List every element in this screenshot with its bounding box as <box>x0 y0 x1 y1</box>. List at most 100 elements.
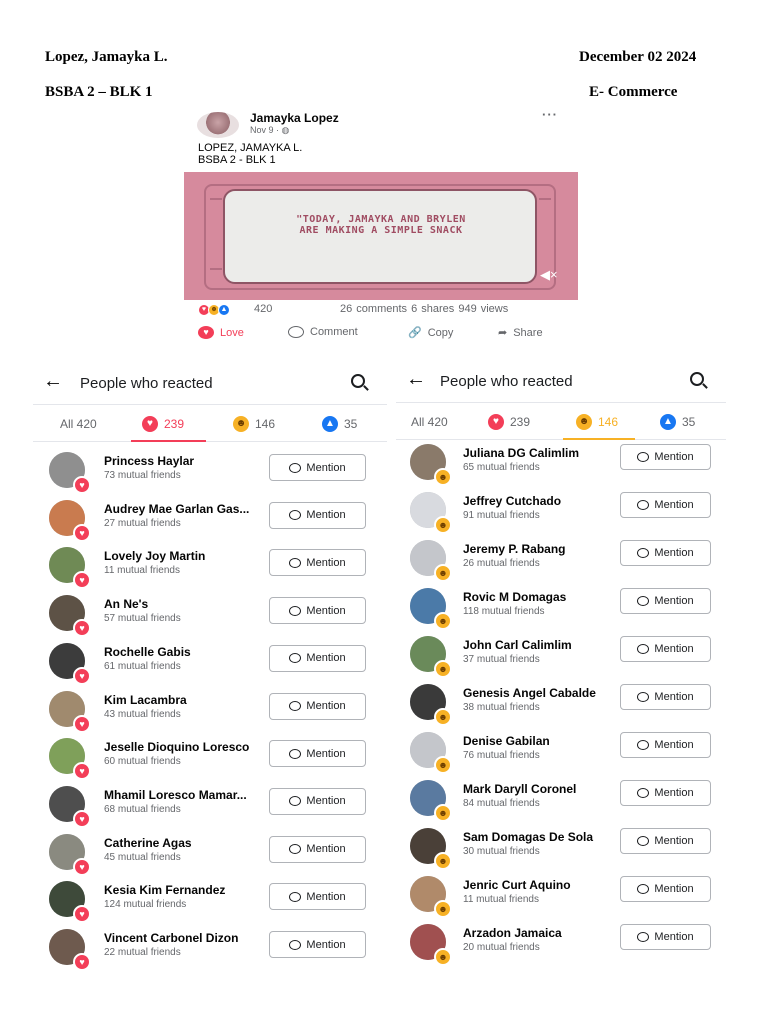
mention-button[interactable]: Mention <box>269 740 366 768</box>
list-item[interactable]: ♥ Audrey Mae Garlan Gas... 27 mutual frien… <box>33 498 387 542</box>
mention-button[interactable]: Mention <box>620 876 711 902</box>
mention-button[interactable]: Mention <box>269 883 366 911</box>
list-item[interactable]: ♥ Jeselle Dioquino Loresco 60 mutual frien… <box>33 736 387 781</box>
list-item[interactable]: ♥ Princess Haylar 73 mutual friends Mention <box>33 450 387 494</box>
list-item[interactable]: ☻ Jeffrey Cutchado 91 mutual friends Mentio… <box>396 490 726 534</box>
reactor-name[interactable]: Kim Lacambra <box>104 693 187 707</box>
mention-button[interactable]: Mention <box>269 835 366 863</box>
avatar[interactable]: ☻ <box>410 540 452 582</box>
reactor-name[interactable]: Arzadon Jamaica <box>463 926 562 940</box>
reactor-name[interactable]: Sam Domagas De Sola <box>463 830 593 844</box>
reactor-name[interactable]: Jeselle Dioquino Loresco <box>104 740 249 754</box>
avatar[interactable]: ♥ <box>49 690 91 733</box>
avatar[interactable]: ♥ <box>49 929 91 971</box>
tab-like[interactable]: ▲ 35 <box>660 403 695 441</box>
love-button[interactable]: ♥ Love <box>198 326 244 339</box>
avatar[interactable]: ♥ <box>49 547 91 590</box>
comments-shares-views[interactable]: 26 comments 6 shares 949 views <box>340 303 508 315</box>
list-item[interactable]: ☻ Jenric Curt Aquino 11 mutual friends Ment… <box>396 874 726 918</box>
list-item[interactable]: ☻ Denise Gabilan 76 mutual friends Mention <box>396 730 726 774</box>
post-author[interactable]: Jamayka Lopez <box>250 111 339 125</box>
video-player[interactable]: "TODAY, JAMAYKA AND BRYLEN ARE MAKING A … <box>184 172 578 300</box>
avatar[interactable]: ☻ <box>410 924 452 966</box>
list-item[interactable]: ☻ Rovic M Domagas 118 mutual friends Mentio… <box>396 586 726 630</box>
avatar[interactable]: ♥ <box>49 785 91 828</box>
mention-button[interactable]: Mention <box>620 492 711 518</box>
avatar[interactable]: ☻ <box>410 492 452 534</box>
tab-love[interactable]: ♥ 239 <box>142 405 184 443</box>
list-item[interactable]: ♥ Mhamil Loresco Mamar... 68 mutual friend… <box>33 784 387 828</box>
reactor-name[interactable]: Genesis Angel Cabalde <box>463 686 596 700</box>
reactor-name[interactable]: Rovic M Domagas <box>463 590 566 604</box>
list-item[interactable]: ☻ Mark Daryll Coronel 84 mutual friends Men… <box>396 778 726 822</box>
list-item[interactable]: ☻ Juliana DG Calimlim 65 mutual friends Men… <box>396 442 726 486</box>
mention-button[interactable]: Mention <box>620 588 711 614</box>
list-item[interactable]: ♥ Rochelle Gabis 61 mutual friends Mention <box>33 641 387 685</box>
tab-haha[interactable]: ☻ 146 <box>233 405 275 443</box>
reactor-name[interactable]: Rochelle Gabis <box>104 645 191 659</box>
avatar[interactable]: ♥ <box>49 738 91 781</box>
mention-button[interactable]: Mention <box>620 924 711 950</box>
mention-button[interactable]: Mention <box>269 501 366 529</box>
reactor-name[interactable]: Juliana DG Calimlim <box>463 446 579 460</box>
avatar[interactable]: ♥ <box>49 642 91 685</box>
reactor-name[interactable]: Lovely Joy Martin <box>104 549 205 563</box>
mention-button[interactable]: Mention <box>269 549 366 577</box>
list-item[interactable]: ♥ Vincent Carbonel Dizon 22 mutual friends… <box>33 927 387 971</box>
mention-button[interactable]: Mention <box>620 828 711 854</box>
avatar[interactable]: ♥ <box>49 833 91 876</box>
list-item[interactable]: ♥ An Ne's 57 mutual friends Mention <box>33 593 387 638</box>
avatar[interactable]: ☻ <box>410 636 452 678</box>
mention-button[interactable]: Mention <box>620 684 711 710</box>
reactor-name[interactable]: Jenric Curt Aquino <box>463 878 571 892</box>
list-item[interactable]: ♥ Kim Lacambra 43 mutual friends Mention <box>33 689 387 733</box>
avatar[interactable]: ♥ <box>49 595 91 638</box>
reactor-name[interactable]: Jeremy P. Rabang <box>463 542 566 556</box>
mention-button[interactable]: Mention <box>269 644 366 672</box>
tab-all[interactable]: All 420 <box>60 405 97 443</box>
mention-button[interactable]: Mention <box>269 931 366 958</box>
reaction-icons[interactable]: ♥ ☻ ▲ <box>198 304 250 316</box>
mention-button[interactable]: Mention <box>620 636 711 662</box>
list-item[interactable]: ☻ Genesis Angel Cabalde 38 mutual friends M… <box>396 682 726 726</box>
mention-button[interactable]: Mention <box>620 540 711 566</box>
avatar[interactable]: ☻ <box>410 828 452 870</box>
reactor-name[interactable]: Vincent Carbonel Dizon <box>104 931 238 945</box>
avatar[interactable]: ♥ <box>49 499 91 542</box>
reactor-name[interactable]: Mark Daryll Coronel <box>463 782 576 796</box>
list-item[interactable]: ☻ Arzadon Jamaica 20 mutual friends Mention <box>396 922 726 966</box>
avatar[interactable]: ☻ <box>410 876 452 918</box>
copy-button[interactable]: 🔗 Copy <box>408 326 453 340</box>
reactor-name[interactable]: Denise Gabilan <box>463 734 550 748</box>
reactor-name[interactable]: Catherine Agas <box>104 836 192 850</box>
tab-like[interactable]: ▲ 35 <box>322 405 357 443</box>
mention-button[interactable]: Mention <box>269 597 366 625</box>
avatar[interactable]: ☻ <box>410 588 452 630</box>
list-item[interactable]: ♥ Lovely Joy Martin 11 mutual friends Menti… <box>33 545 387 590</box>
search-icon[interactable] <box>690 372 704 386</box>
more-options-icon[interactable]: ··· <box>542 107 558 122</box>
mention-button[interactable]: Mention <box>269 692 366 720</box>
avatar[interactable]: ♥ <box>49 452 91 494</box>
avatar[interactable]: ☻ <box>410 444 452 486</box>
reactor-name[interactable]: Jeffrey Cutchado <box>463 494 561 508</box>
mute-icon[interactable]: ◀× <box>540 268 558 282</box>
tab-love[interactable]: ♥ 239 <box>488 403 530 441</box>
avatar[interactable]: ☻ <box>410 684 452 726</box>
list-item[interactable]: ☻ Sam Domagas De Sola 30 mutual friends Men… <box>396 826 726 870</box>
list-item[interactable]: ☻ John Carl Calimlim 37 mutual friends Ment… <box>396 634 726 678</box>
avatar[interactable]: ☻ <box>410 732 452 774</box>
back-arrow-icon[interactable]: ← <box>406 369 426 389</box>
list-item[interactable]: ♥ Catherine Agas 45 mutual friends Mention <box>33 832 387 876</box>
mention-button[interactable]: Mention <box>620 780 711 806</box>
reaction-count[interactable]: 420 <box>254 303 272 315</box>
reactor-name[interactable]: Audrey Mae Garlan Gas... <box>104 502 249 516</box>
reactor-name[interactable]: An Ne's <box>104 597 148 611</box>
avatar[interactable]: ♥ <box>49 881 91 924</box>
reactor-name[interactable]: John Carl Calimlim <box>463 638 572 652</box>
search-icon[interactable] <box>351 374 365 388</box>
back-arrow-icon[interactable]: ← <box>43 371 63 391</box>
reactor-name[interactable]: Mhamil Loresco Mamar... <box>104 788 247 802</box>
mention-button[interactable]: Mention <box>620 444 711 470</box>
mention-button[interactable]: Mention <box>269 787 366 815</box>
